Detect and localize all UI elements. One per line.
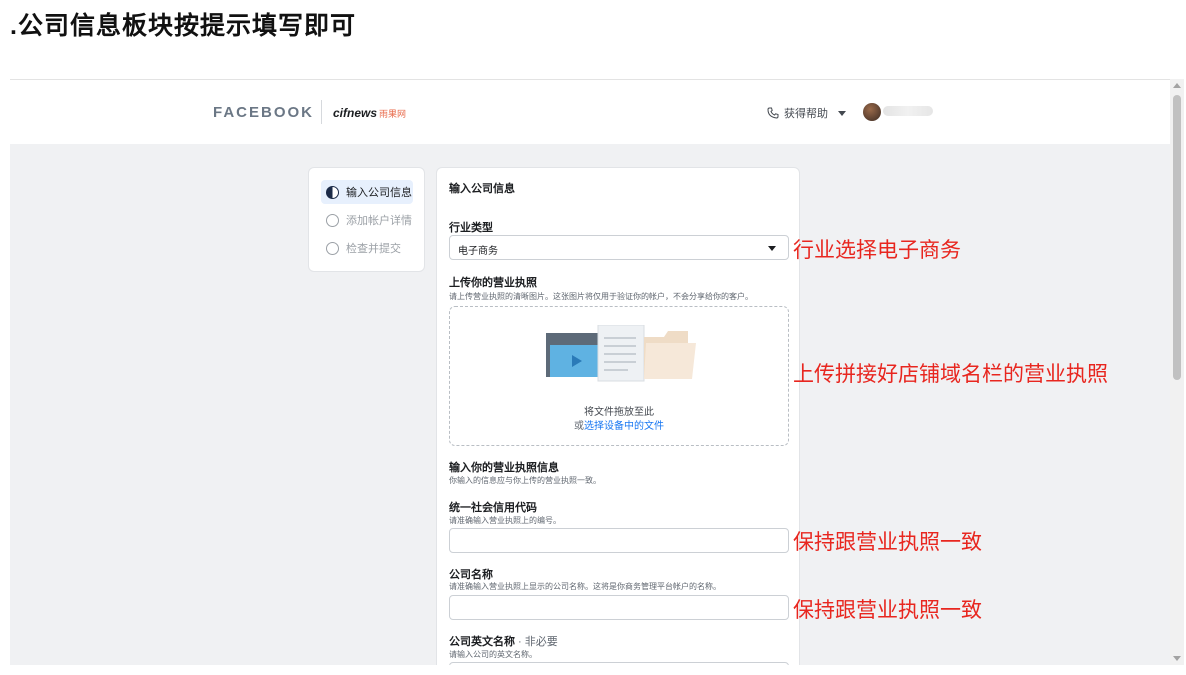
file-dropzone[interactable]: 将文件拖放至此 或选择设备中的文件 — [449, 306, 789, 446]
industry-select[interactable]: 电子商务 — [449, 235, 789, 260]
dropdown-caret-icon — [768, 246, 776, 251]
english-name-input[interactable] — [449, 662, 789, 665]
step-circle-icon — [326, 241, 339, 255]
phone-icon — [767, 107, 779, 119]
optional-tag: · 非必要 — [515, 636, 558, 648]
step-label: 检查并提交 — [346, 243, 401, 255]
annotation-company-name: 保持跟营业执照一致 — [793, 599, 982, 622]
english-name-hint: 请输入公司的英文名称。 — [449, 650, 537, 659]
page-title: .公司信息板块按提示填写即可 — [10, 12, 356, 40]
choose-file-link[interactable]: 选择设备中的文件 — [584, 421, 664, 432]
cifnews-logo: cifnews 雨果网 — [333, 106, 406, 120]
scroll-up-icon[interactable] — [1173, 83, 1181, 88]
drop-instruction: 将文件拖放至此 — [584, 407, 654, 418]
company-name-hint: 请准确输入营业执照上显示的公司名称。这将是你商务管理平台帐户的名称。 — [449, 582, 721, 591]
step-label: 添加帐户详情 — [346, 215, 412, 227]
logo-divider — [321, 100, 322, 124]
company-name-label: 公司名称 — [449, 569, 493, 581]
credit-code-hint: 请准确输入营业执照上的编号。 — [449, 516, 561, 525]
drop-link-line: 或选择设备中的文件 — [450, 417, 788, 432]
help-menu-button[interactable]: 获得帮助 — [767, 105, 846, 121]
username-redacted — [883, 106, 933, 116]
industry-label: 行业类型 — [449, 222, 493, 234]
chevron-down-icon — [838, 110, 846, 116]
credit-code-label: 统一社会信用代码 — [449, 502, 537, 514]
annotation-credit-code: 保持跟营业执照一致 — [793, 531, 982, 554]
step-enter-company-info[interactable]: 输入公司信息 — [321, 180, 413, 204]
annotation-industry: 行业选择电子商务 — [793, 239, 961, 262]
drop-or-text: 或 — [574, 421, 584, 432]
progress-steps-panel: 输入公司信息 添加帐户详情 检查并提交 — [308, 167, 425, 272]
company-info-form: 输入公司信息 行业类型 电子商务 上传你的营业执照 请上传营业执照的清晰图片。这… — [436, 167, 800, 665]
english-name-label: 公司英文名称 · 非必要 — [449, 633, 558, 649]
form-title: 输入公司信息 — [449, 183, 515, 195]
upload-hint: 请上传营业执照的清晰图片。这张图片将仅用于验证你的帐户，不会分享给你的客户。 — [449, 292, 753, 301]
step-review-submit[interactable]: 检查并提交 — [321, 236, 413, 260]
cifnews-logo-text: cifnews — [333, 106, 378, 120]
top-navigation-bar: FACEBOOK cifnews 雨果网 获得帮助 — [10, 80, 1170, 144]
scroll-down-icon[interactable] — [1173, 656, 1181, 661]
license-info-label: 输入你的营业执照信息 — [449, 462, 559, 474]
facebook-logo: FACEBOOK — [213, 104, 315, 121]
step-half-circle-icon — [326, 185, 339, 199]
step-label: 输入公司信息 — [346, 187, 412, 199]
company-name-input[interactable] — [449, 595, 789, 620]
file-upload-illustration-icon — [546, 325, 696, 382]
help-label: 获得帮助 — [784, 108, 828, 120]
english-name-label-text: 公司英文名称 — [449, 636, 515, 648]
cifnews-logo-cn: 雨果网 — [379, 109, 407, 119]
credit-code-input[interactable] — [449, 528, 789, 553]
avatar[interactable] — [863, 103, 881, 121]
upload-label: 上传你的营业执照 — [449, 277, 537, 289]
step-add-account-details[interactable]: 添加帐户详情 — [321, 208, 413, 232]
annotation-upload: 上传拼接好店铺域名栏的营业执照 — [793, 363, 1108, 386]
license-info-hint: 你输入的信息应与你上传的营业执照一致。 — [449, 476, 601, 485]
step-circle-icon — [326, 213, 339, 227]
industry-selected-value: 电子商务 — [458, 246, 498, 257]
scrollbar-thumb[interactable] — [1173, 95, 1181, 380]
page-scrollbar[interactable] — [1170, 79, 1184, 665]
